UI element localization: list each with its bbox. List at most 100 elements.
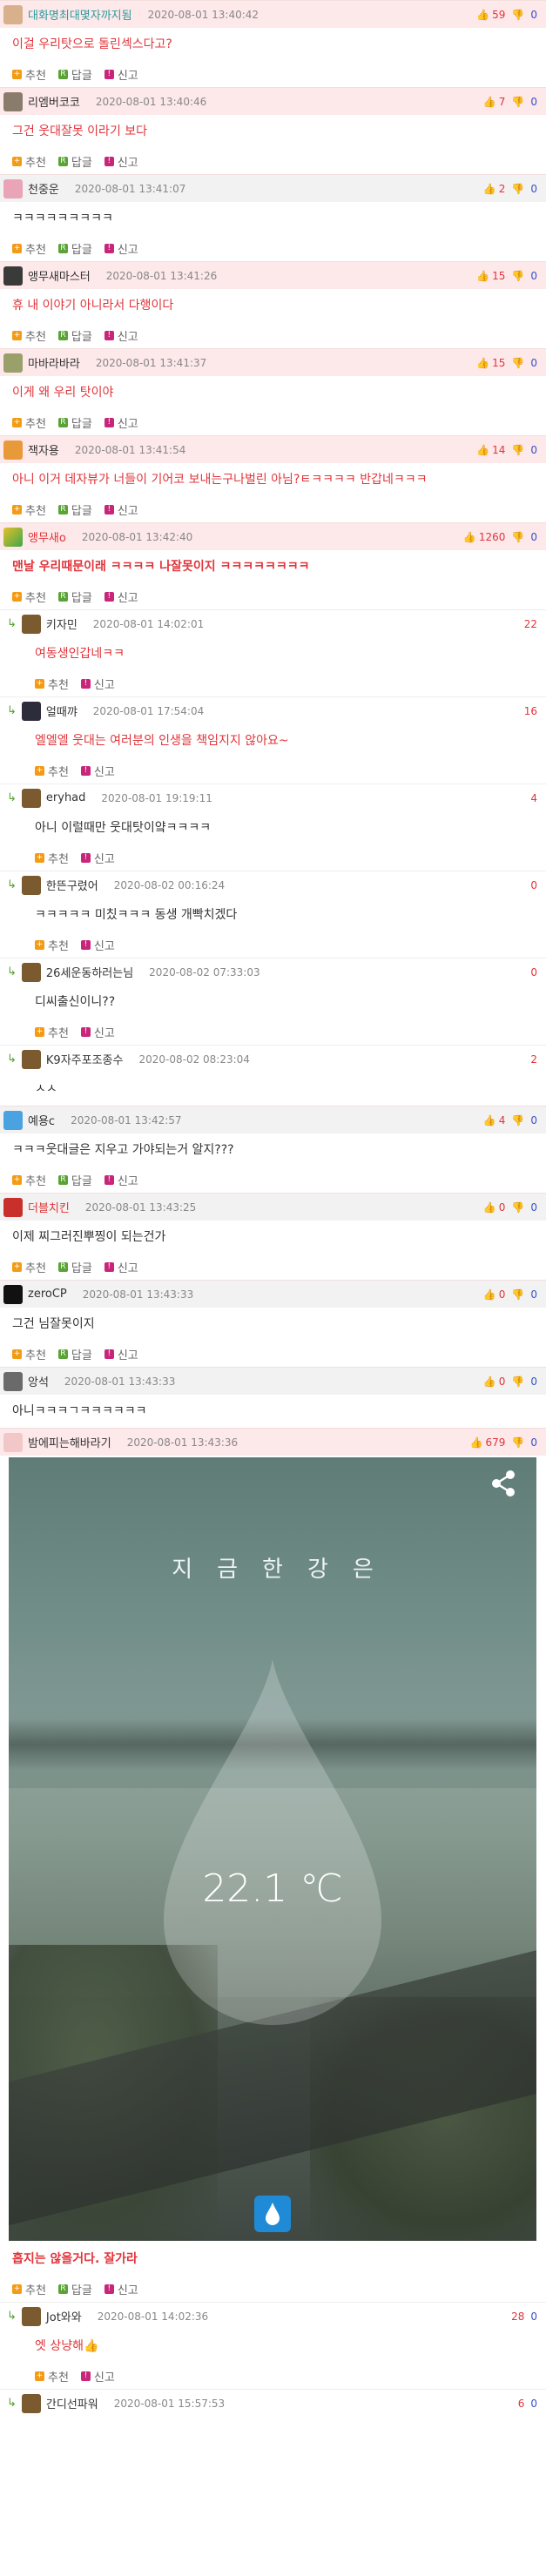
report-button[interactable]: ! 신고 — [80, 676, 115, 692]
reply-button[interactable]: R 답글 — [57, 414, 92, 431]
comment-author[interactable]: 잭자용 — [28, 441, 59, 458]
recommend-button[interactable]: + 추천 — [12, 589, 46, 605]
report-button[interactable]: ! 신고 — [80, 937, 115, 953]
recommend-button[interactable]: + 추천 — [35, 2368, 69, 2384]
recommend-button[interactable]: + 추천 — [12, 501, 46, 518]
comment-author[interactable]: 예용c — [28, 1112, 55, 1128]
reply-author[interactable]: 26세운동하러는님 — [46, 964, 133, 980]
comment-actions: + 추천 R 답글 ! 신고 — [0, 1254, 546, 1280]
report-button[interactable]: ! 신고 — [104, 1172, 138, 1188]
reply-button[interactable]: R 답글 — [57, 153, 92, 170]
reply-author[interactable]: 얼때꺄 — [46, 703, 78, 719]
reply-button[interactable]: R 답글 — [57, 1172, 92, 1188]
thumb-down-icon: 👎 — [511, 1201, 525, 1214]
comment-author[interactable]: 대화명최대몇자까지됨 — [28, 6, 132, 23]
avatar[interactable] — [3, 1284, 23, 1304]
attached-image[interactable]: 지금한강은 22.1 ℃ — [9, 1457, 536, 2241]
report-button[interactable]: ! 신고 — [104, 153, 138, 170]
avatar[interactable] — [3, 1197, 23, 1217]
comment-body: 그건 웃대잘못 이라기 보다 — [12, 124, 148, 138]
avatar[interactable] — [21, 1049, 41, 1069]
avatar[interactable] — [21, 701, 41, 721]
reply-actions: + 추천 ! 신고 — [0, 844, 546, 871]
comment-author[interactable]: 리엠버코코 — [28, 93, 80, 110]
comment-author[interactable]: 밤에피는해바라기 — [28, 1434, 111, 1450]
recommend-button[interactable]: + 추천 — [35, 1024, 69, 1040]
recommend-button[interactable]: + 추천 — [12, 1346, 46, 1362]
avatar[interactable] — [3, 527, 23, 547]
avatar[interactable] — [3, 178, 23, 198]
reply-author[interactable]: Jot와와 — [46, 2308, 82, 2324]
avatar[interactable] — [3, 1371, 23, 1391]
share-icon[interactable] — [488, 1468, 519, 1499]
avatar[interactable] — [3, 440, 23, 460]
thumb-up-icon: 👍 — [482, 95, 496, 108]
report-button[interactable]: ! 신고 — [80, 763, 115, 779]
report-button[interactable]: ! 신고 — [104, 240, 138, 257]
avatar[interactable] — [21, 2306, 41, 2326]
avatar[interactable] — [21, 962, 41, 982]
avatar[interactable] — [21, 2393, 41, 2413]
reply-author[interactable]: eryhad — [46, 791, 86, 804]
comment-author[interactable]: 앵무새o — [28, 528, 66, 545]
reply-author[interactable]: K9자주포조종수 — [46, 1051, 124, 1067]
avatar[interactable] — [21, 614, 41, 634]
reply-author[interactable]: 한뜬구렸어 — [46, 877, 98, 893]
report-button[interactable]: ! 신고 — [104, 1346, 138, 1362]
reply-button[interactable]: R 답글 — [57, 327, 92, 344]
recommend-button[interactable]: + 추천 — [35, 850, 69, 866]
report-button[interactable]: ! 신고 — [104, 66, 138, 83]
reply-button[interactable]: R 답글 — [57, 1259, 92, 1275]
avatar[interactable] — [3, 353, 23, 373]
recommend-button[interactable]: + 추천 — [12, 1172, 46, 1188]
recommend-button[interactable]: + 추천 — [35, 937, 69, 953]
avatar[interactable] — [3, 1432, 23, 1452]
avatar[interactable] — [3, 266, 23, 286]
comment-author[interactable]: 더블치킨 — [28, 1199, 70, 1215]
report-button[interactable]: ! 신고 — [104, 1259, 138, 1275]
recommend-button[interactable]: + 추천 — [35, 676, 69, 692]
reply-actions: + 추천 ! 신고 — [0, 2363, 546, 2389]
recommend-button[interactable]: + 추천 — [12, 153, 46, 170]
avatar[interactable] — [3, 1110, 23, 1130]
report-icon: ! — [104, 156, 114, 166]
avatar[interactable] — [3, 91, 23, 111]
comment-author[interactable]: 마바라바라 — [28, 354, 80, 371]
report-button[interactable]: ! 신고 — [80, 1024, 115, 1040]
reply-button[interactable]: R 답글 — [57, 240, 92, 257]
reply-button[interactable]: R 답글 — [57, 589, 92, 605]
water-drop-button[interactable] — [254, 2196, 291, 2232]
reply-button[interactable]: R 답글 — [57, 1346, 92, 1362]
recommend-button[interactable]: + 추천 — [12, 2281, 46, 2297]
thumb-up-icon: 👍 — [476, 443, 490, 456]
report-button[interactable]: ! 신고 — [104, 2281, 138, 2297]
recommend-button[interactable]: + 추천 — [12, 66, 46, 83]
avatar[interactable] — [21, 788, 41, 808]
avatar[interactable] — [3, 4, 23, 24]
avatar[interactable] — [21, 875, 41, 895]
comment-header: 앙석 2020-08-01 13:43:33 👍 0 👎 0 — [0, 1367, 546, 1395]
report-button[interactable]: ! 신고 — [80, 850, 115, 866]
report-button[interactable]: ! 신고 — [80, 2368, 115, 2384]
reply-button[interactable]: R 답글 — [57, 501, 92, 518]
reply-button[interactable]: R 답글 — [57, 2281, 92, 2297]
report-button[interactable]: ! 신고 — [104, 589, 138, 605]
comment-author[interactable]: 천중운 — [28, 180, 59, 197]
recommend-button[interactable]: + 추천 — [12, 1259, 46, 1275]
reply-author[interactable]: 간디선파워 — [46, 2395, 98, 2411]
comment-author[interactable]: zeroCP — [28, 1288, 67, 1301]
report-button[interactable]: ! 신고 — [104, 414, 138, 431]
vote-count: 👍 15 👎 0 — [476, 269, 537, 282]
reply-author[interactable]: 키자민 — [46, 615, 78, 632]
report-button[interactable]: ! 신고 — [104, 327, 138, 344]
reply-button[interactable]: R 답글 — [57, 66, 92, 83]
comment-author[interactable]: 앵무새마스터 — [28, 267, 91, 284]
recommend-button[interactable]: + 추천 — [12, 327, 46, 344]
recommend-button[interactable]: + 추천 — [12, 240, 46, 257]
comment-author[interactable]: 앙석 — [28, 1373, 49, 1389]
reply-arrow-icon: ↳ — [7, 617, 17, 630]
recommend-button[interactable]: + 추천 — [35, 763, 69, 779]
recommend-button[interactable]: + 추천 — [12, 414, 46, 431]
report-button[interactable]: ! 신고 — [104, 501, 138, 518]
thumb-up-icon: 👍 — [482, 182, 496, 195]
